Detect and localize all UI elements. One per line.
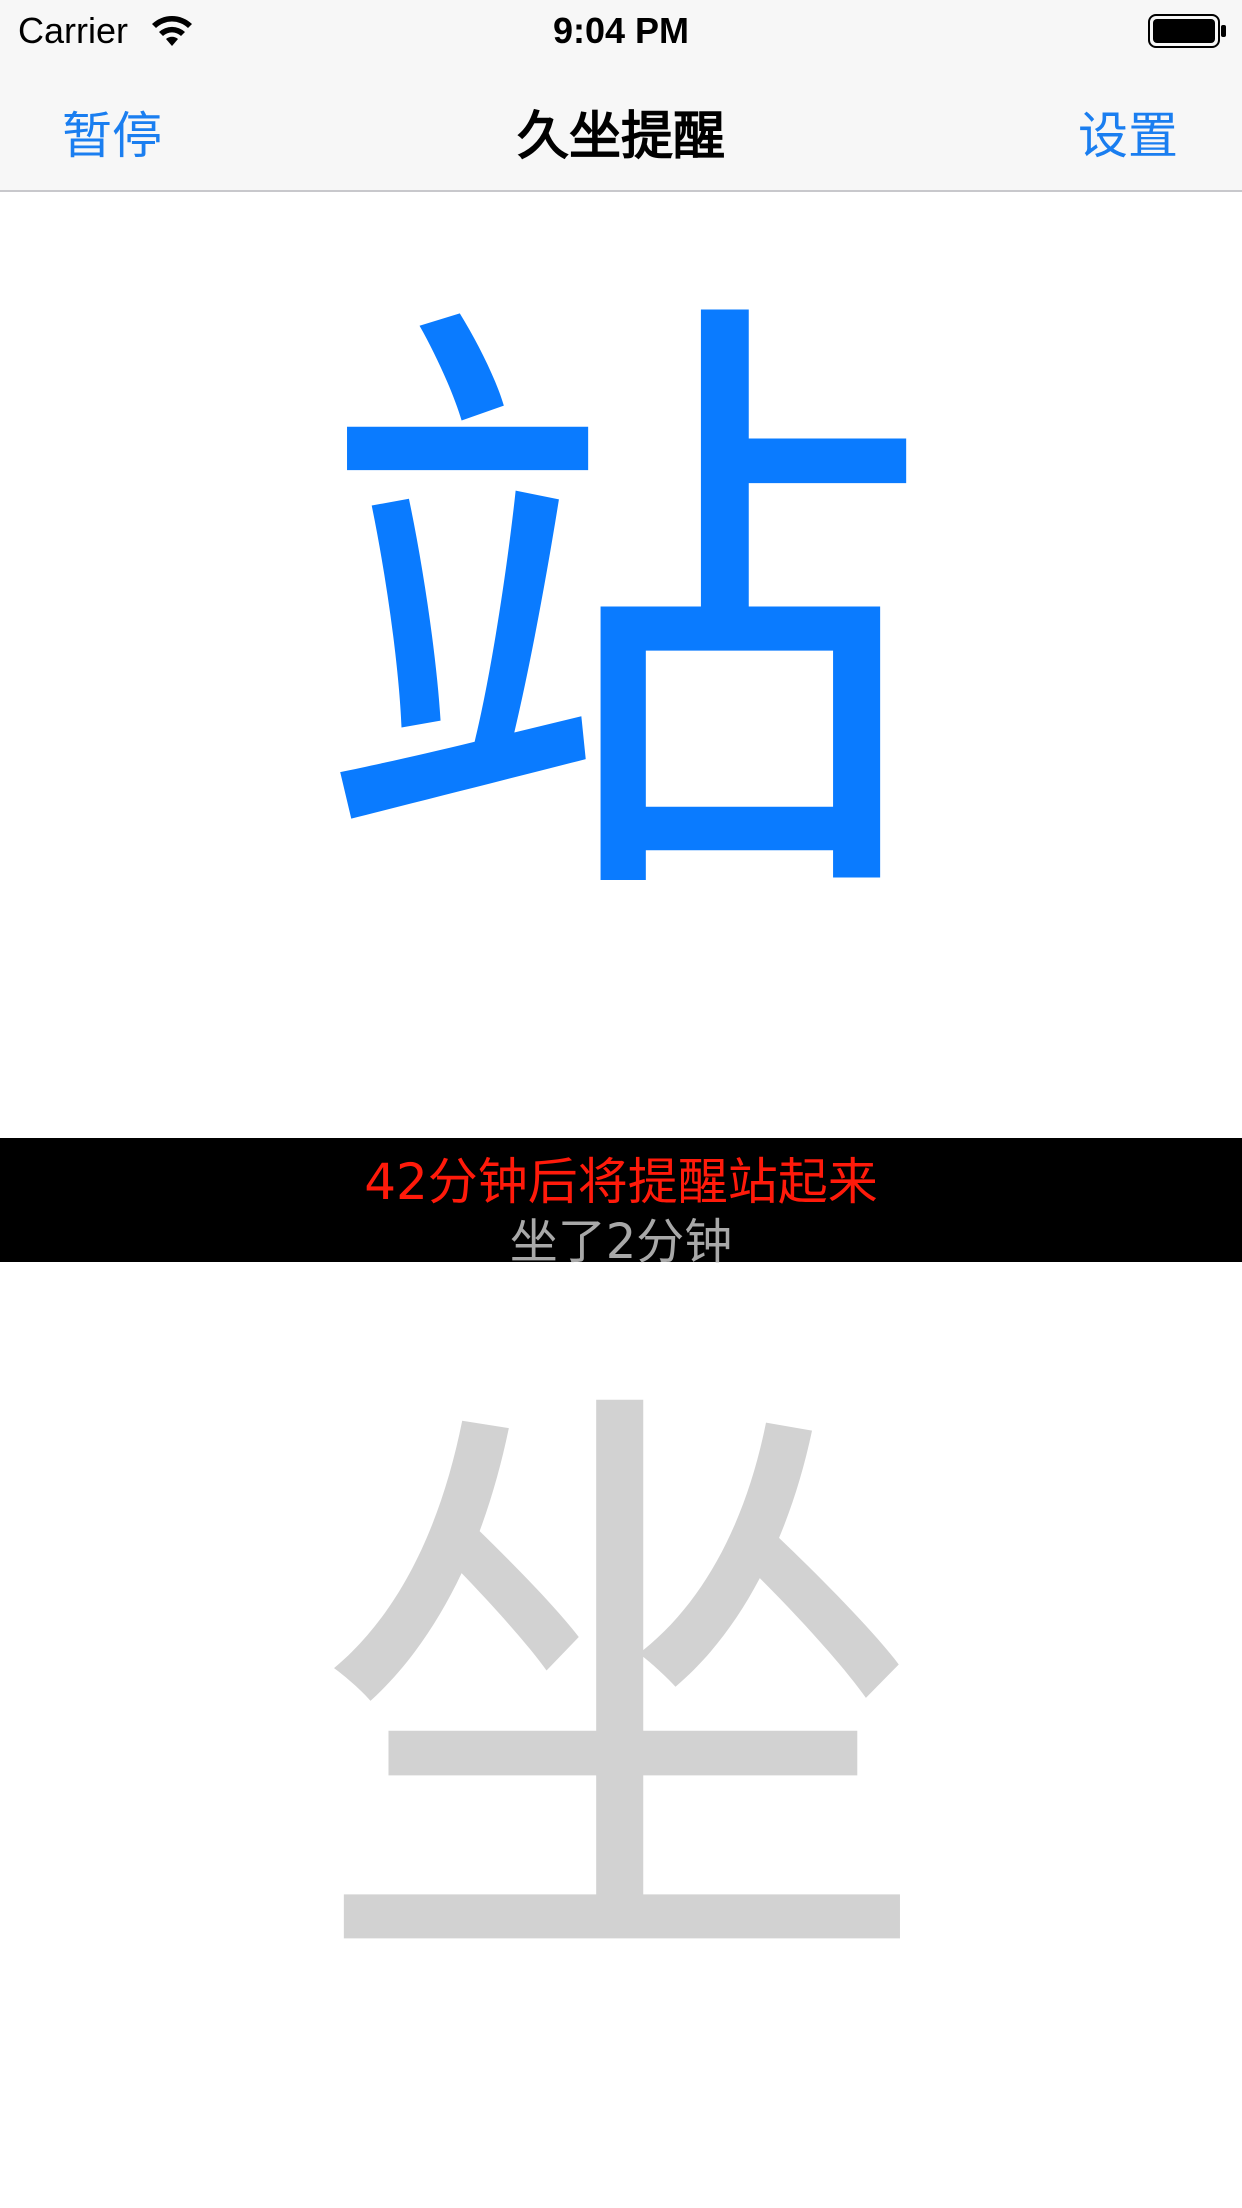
sit-character: 坐 — [311, 1339, 931, 2060]
settings-button[interactable]: 设置 — [1078, 96, 1178, 168]
battery-icon — [1148, 14, 1228, 48]
page-title: 久坐提醒 — [516, 107, 725, 167]
status-bar: Carrier 9:04 PM — [0, 0, 1242, 60]
stand-character: 站 — [311, 257, 931, 978]
status-time: 9:04 PM — [552, 10, 690, 51]
navigation-bar: 暂停 久坐提醒 设置 — [0, 60, 1242, 192]
sitting-duration-text: 坐了2分钟 — [509, 1214, 733, 1270]
app-screen: Carrier 9:04 PM 暂停 久坐提醒 设置 站 42分钟后将提醒站起来… — [0, 0, 1242, 2208]
status-band: 42分钟后将提醒站起来 坐了2分钟 — [0, 1138, 1242, 1270]
